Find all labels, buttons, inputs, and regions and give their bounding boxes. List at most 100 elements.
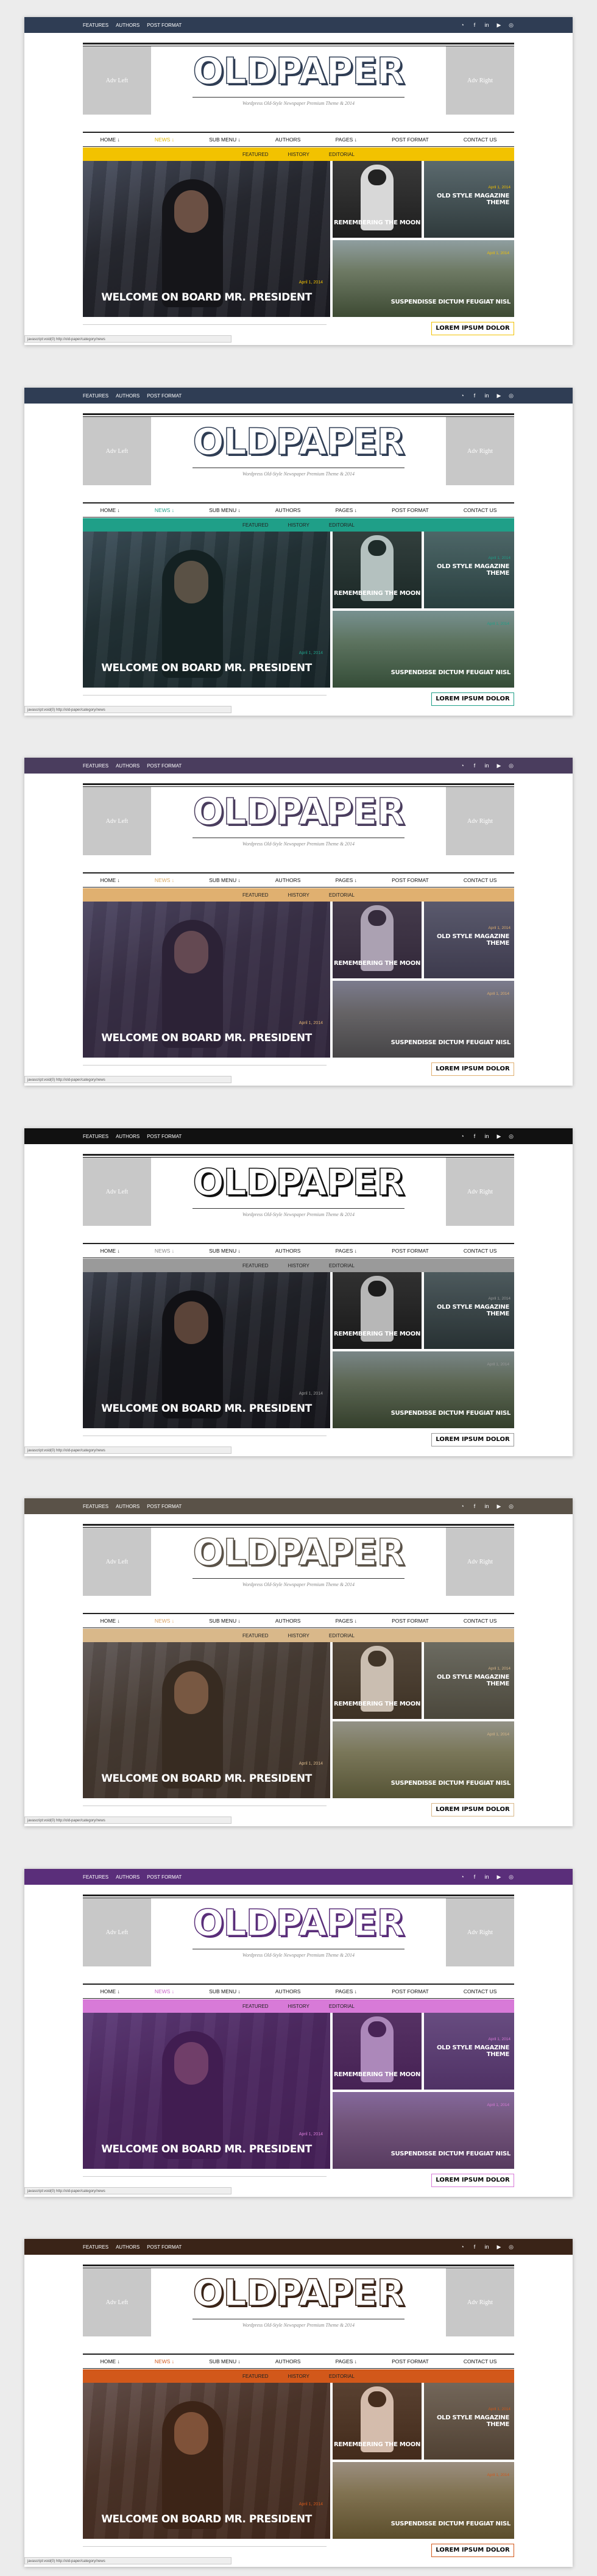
main-nav-item[interactable]: AUTHORS bbox=[275, 1248, 301, 1254]
featured-title[interactable]: WELCOME ON BOARD MR. PRESIDENT bbox=[83, 1032, 330, 1044]
featured-story[interactable]: April 1, 2014 WELCOME ON BOARD MR. PRESID… bbox=[83, 2013, 330, 2169]
featured-story[interactable]: April 1, 2014 WELCOME ON BOARD MR. PRESID… bbox=[83, 1642, 330, 1798]
story-tile-suspendisse[interactable]: April 1, 2014 SUSPENDISSE DICTUM FEUGIAT … bbox=[333, 2462, 514, 2539]
sub-nav-item[interactable]: FEATURED bbox=[242, 2004, 269, 2009]
pinterest-icon[interactable]: ◎ bbox=[508, 22, 514, 29]
story-tile-old-style[interactable]: April 1, 2014 OLD STYLE MAGAZINE THEME bbox=[424, 161, 514, 238]
main-nav-item[interactable]: POST FORMAT bbox=[392, 1248, 429, 1254]
adv-right[interactable]: Adv Right bbox=[446, 787, 514, 855]
story-tile-suspendisse[interactable]: April 1, 2014 SUSPENDISSE DICTUM FEUGIAT … bbox=[333, 2092, 514, 2169]
facebook-icon[interactable]: f bbox=[472, 1133, 478, 1140]
adv-right[interactable]: Adv Right bbox=[446, 1528, 514, 1596]
main-nav-item[interactable]: AUTHORS bbox=[275, 1618, 301, 1624]
facebook-icon[interactable]: f bbox=[472, 22, 478, 29]
featured-story[interactable]: April 1, 2014 WELCOME ON BOARD MR. PRESID… bbox=[83, 2383, 330, 2539]
main-nav-item[interactable]: POST FORMAT bbox=[392, 137, 429, 143]
adv-right[interactable]: Adv Right bbox=[446, 46, 514, 115]
lorem-ipsum-heading[interactable]: LOREM IPSUM DOLOR bbox=[431, 2544, 514, 2557]
featured-story[interactable]: April 1, 2014 WELCOME ON BOARD MR. PRESID… bbox=[83, 532, 330, 688]
pinterest-icon[interactable]: ◎ bbox=[508, 1874, 514, 1880]
adv-left[interactable]: Adv Left bbox=[83, 1528, 151, 1596]
top-nav-link[interactable]: FEATURES bbox=[83, 23, 108, 28]
sub-nav-item[interactable]: FEATURED bbox=[242, 2374, 269, 2379]
facebook-icon[interactable]: f bbox=[472, 393, 478, 399]
sub-nav-item[interactable]: FEATURED bbox=[242, 892, 269, 898]
main-nav-item[interactable]: NEWS ↓ bbox=[155, 137, 174, 143]
sub-nav-item[interactable]: EDITORIAL bbox=[329, 2374, 355, 2379]
main-nav-item[interactable]: SUB MENU ↓ bbox=[209, 1988, 240, 1994]
top-nav-link[interactable]: POST FORMAT bbox=[147, 2244, 182, 2250]
site-logo[interactable]: OLDPAPER bbox=[180, 420, 417, 464]
sub-nav-item[interactable]: FEATURED bbox=[242, 152, 269, 157]
main-nav-item[interactable]: PAGES ↓ bbox=[336, 137, 357, 143]
sub-nav-item[interactable]: HISTORY bbox=[288, 2004, 309, 2009]
adv-right[interactable]: Adv Right bbox=[446, 417, 514, 485]
sub-nav-item[interactable]: EDITORIAL bbox=[329, 892, 355, 898]
main-nav-item[interactable]: NEWS ↓ bbox=[155, 1248, 174, 1254]
main-nav-item[interactable]: CONTACT US bbox=[464, 1618, 496, 1624]
featured-title[interactable]: WELCOME ON BOARD MR. PRESIDENT bbox=[83, 1773, 330, 1785]
lorem-ipsum-heading[interactable]: LOREM IPSUM DOLOR bbox=[431, 1803, 514, 1816]
main-nav-item[interactable]: SUB MENU ↓ bbox=[209, 507, 240, 513]
sub-nav-item[interactable]: HISTORY bbox=[288, 892, 309, 898]
main-nav-item[interactable]: AUTHORS bbox=[275, 137, 301, 143]
linkedin-icon[interactable]: in bbox=[484, 1503, 490, 1510]
main-nav-item[interactable]: NEWS ↓ bbox=[155, 2358, 174, 2364]
sub-nav-item[interactable]: EDITORIAL bbox=[329, 522, 355, 528]
main-nav-item[interactable]: POST FORMAT bbox=[392, 507, 429, 513]
pinterest-icon[interactable]: ◎ bbox=[508, 1133, 514, 1140]
adv-left[interactable]: Adv Left bbox=[83, 417, 151, 485]
sub-nav-item[interactable]: HISTORY bbox=[288, 152, 309, 157]
main-nav-item[interactable]: CONTACT US bbox=[464, 2358, 496, 2364]
top-nav-link[interactable]: AUTHORS bbox=[116, 23, 140, 28]
main-nav-item[interactable]: PAGES ↓ bbox=[336, 1618, 357, 1624]
top-nav-link[interactable]: POST FORMAT bbox=[147, 763, 182, 769]
main-nav-item[interactable]: HOME ↓ bbox=[101, 507, 120, 513]
sub-nav-item[interactable]: HISTORY bbox=[288, 1263, 309, 1268]
main-nav-item[interactable]: CONTACT US bbox=[464, 137, 496, 143]
top-nav-link[interactable]: FEATURES bbox=[83, 2244, 108, 2250]
facebook-icon[interactable]: f bbox=[472, 1874, 478, 1880]
story-tile-suspendisse[interactable]: April 1, 2014 SUSPENDISSE DICTUM FEUGIAT … bbox=[333, 1351, 514, 1428]
top-nav-link[interactable]: AUTHORS bbox=[116, 763, 140, 769]
rss-icon[interactable]: ◔ bbox=[459, 763, 465, 769]
main-nav-item[interactable]: CONTACT US bbox=[464, 877, 496, 883]
story-tile-old-style[interactable]: April 1, 2014 OLD STYLE MAGAZINE THEME bbox=[424, 2013, 514, 2090]
main-nav-item[interactable]: NEWS ↓ bbox=[155, 877, 174, 883]
main-nav-item[interactable]: PAGES ↓ bbox=[336, 877, 357, 883]
main-nav-item[interactable]: AUTHORS bbox=[275, 2358, 301, 2364]
rss-icon[interactable]: ◔ bbox=[459, 393, 465, 399]
main-nav-item[interactable]: SUB MENU ↓ bbox=[209, 1248, 240, 1254]
top-nav-link[interactable]: FEATURES bbox=[83, 763, 108, 769]
youtube-icon[interactable]: ▶ bbox=[496, 763, 502, 769]
top-nav-link[interactable]: AUTHORS bbox=[116, 1874, 140, 1880]
linkedin-icon[interactable]: in bbox=[484, 763, 490, 769]
main-nav-item[interactable]: AUTHORS bbox=[275, 877, 301, 883]
lorem-ipsum-heading[interactable]: LOREM IPSUM DOLOR bbox=[431, 1433, 514, 1446]
main-nav-item[interactable]: AUTHORS bbox=[275, 1988, 301, 1994]
story-tile-old-style[interactable]: April 1, 2014 OLD STYLE MAGAZINE THEME bbox=[424, 1642, 514, 1719]
top-nav-link[interactable]: FEATURES bbox=[83, 1504, 108, 1509]
adv-right[interactable]: Adv Right bbox=[446, 1898, 514, 1966]
adv-left[interactable]: Adv Left bbox=[83, 2268, 151, 2336]
main-nav-item[interactable]: HOME ↓ bbox=[101, 2358, 120, 2364]
site-logo[interactable]: OLDPAPER bbox=[180, 2271, 417, 2315]
pinterest-icon[interactable]: ◎ bbox=[508, 393, 514, 399]
youtube-icon[interactable]: ▶ bbox=[496, 1133, 502, 1140]
facebook-icon[interactable]: f bbox=[472, 763, 478, 769]
facebook-icon[interactable]: f bbox=[472, 1503, 478, 1510]
main-nav-item[interactable]: NEWS ↓ bbox=[155, 1988, 174, 1994]
youtube-icon[interactable]: ▶ bbox=[496, 2244, 502, 2250]
pinterest-icon[interactable]: ◎ bbox=[508, 2244, 514, 2250]
facebook-icon[interactable]: f bbox=[472, 2244, 478, 2250]
adv-left[interactable]: Adv Left bbox=[83, 1158, 151, 1226]
top-nav-link[interactable]: POST FORMAT bbox=[147, 1134, 182, 1139]
site-logo[interactable]: OLDPAPER bbox=[180, 1901, 417, 1945]
story-tile-old-style[interactable]: April 1, 2014 OLD STYLE MAGAZINE THEME bbox=[424, 1272, 514, 1349]
story-tile-suspendisse[interactable]: April 1, 2014 SUSPENDISSE DICTUM FEUGIAT … bbox=[333, 1721, 514, 1798]
adv-right[interactable]: Adv Right bbox=[446, 1158, 514, 1226]
lorem-ipsum-heading[interactable]: LOREM IPSUM DOLOR bbox=[431, 1062, 514, 1076]
pinterest-icon[interactable]: ◎ bbox=[508, 1503, 514, 1510]
story-tile-moon[interactable]: REMEMBERING THE MOON bbox=[333, 902, 422, 978]
rss-icon[interactable]: ◔ bbox=[459, 1503, 465, 1510]
